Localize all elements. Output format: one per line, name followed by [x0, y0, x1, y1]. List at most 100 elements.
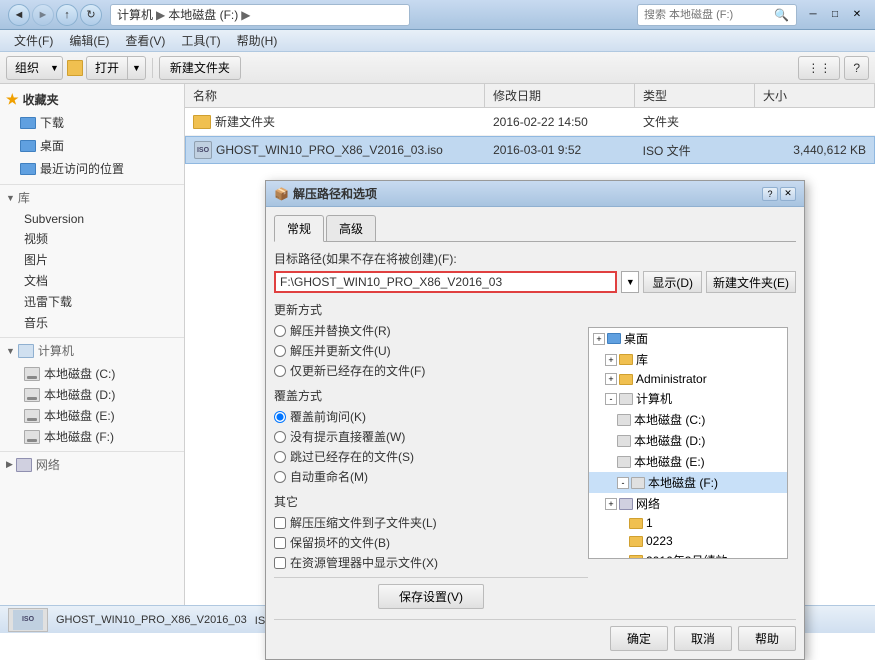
- search-box[interactable]: 🔍: [637, 4, 797, 26]
- dialog-body: 常规 高级 目标路径(如果不存在将被创建)(F): ▼ 显示(D) 新建文件夹(…: [266, 207, 804, 659]
- update-option-2: 仅更新已经存在的文件(F): [274, 362, 588, 379]
- tree-expand-library[interactable]: +: [605, 354, 617, 366]
- back-button[interactable]: ◄: [8, 4, 30, 26]
- open-dropdown[interactable]: ▼: [127, 56, 146, 80]
- sidebar-item-drive-f[interactable]: 本地磁盘 (F:): [0, 426, 184, 447]
- overwrite-radio-1[interactable]: [274, 431, 286, 443]
- tab-advanced[interactable]: 高级: [326, 215, 376, 241]
- computer-expand[interactable]: ▼: [6, 346, 15, 356]
- star-icon: ★: [6, 91, 19, 108]
- tree-expand-admin[interactable]: +: [605, 373, 617, 385]
- tree-item-desktop[interactable]: + 桌面: [589, 328, 787, 349]
- sidebar-item-pictures[interactable]: 图片: [0, 249, 184, 270]
- menu-tools[interactable]: 工具(T): [173, 30, 228, 51]
- forward-button[interactable]: ►: [32, 4, 54, 26]
- sidebar-item-desktop[interactable]: 桌面: [0, 134, 184, 157]
- col-header-name[interactable]: 名称: [185, 84, 485, 107]
- sidebar-music-label: 音乐: [24, 314, 48, 331]
- organize-dropdown[interactable]: ▼: [47, 56, 63, 80]
- breadcrumb[interactable]: 计算机 ▶ 本地磁盘 (F:) ▶: [110, 4, 410, 26]
- tree-item-drive-d[interactable]: 本地磁盘 (D:): [589, 430, 787, 451]
- tree-item-1[interactable]: 1: [589, 514, 787, 532]
- view-options-button[interactable]: ⋮⋮: [798, 56, 840, 80]
- overwrite-radio-0[interactable]: [274, 411, 286, 423]
- path-dropdown[interactable]: ▼: [621, 271, 639, 293]
- tree-label-2016-perf: 2016年3月绩效: [646, 552, 727, 559]
- ok-button[interactable]: 确定: [610, 626, 668, 651]
- new-folder-button[interactable]: 新建文件夹: [159, 56, 241, 80]
- refresh-button[interactable]: ↻: [80, 4, 102, 26]
- network-expand[interactable]: ▶: [6, 459, 13, 470]
- col-header-date[interactable]: 修改日期: [485, 84, 635, 107]
- favorites-header[interactable]: ★ 收藏夹: [0, 88, 184, 111]
- newdir-button[interactable]: 新建文件夹(E): [706, 271, 796, 293]
- table-row[interactable]: 新建文件夹 2016-02-22 14:50 文件夹: [185, 108, 875, 136]
- tree-item-library[interactable]: + 库: [589, 349, 787, 370]
- tree-item-2016-perf[interactable]: 2016年3月绩效: [589, 550, 787, 559]
- sidebar-item-video[interactable]: 视频: [0, 228, 184, 249]
- tree-item-network[interactable]: + 网络: [589, 493, 787, 514]
- tree-drive-e-icon: [617, 456, 631, 468]
- sidebar-item-thunder[interactable]: 迅雷下载: [0, 291, 184, 312]
- sidebar-item-download[interactable]: 下载: [0, 111, 184, 134]
- update-radio-2[interactable]: [274, 365, 286, 377]
- menu-edit[interactable]: 编辑(E): [61, 30, 117, 51]
- dialog-question-button[interactable]: ?: [762, 187, 778, 201]
- menu-view[interactable]: 查看(V): [117, 30, 173, 51]
- tree-item-drive-e[interactable]: 本地磁盘 (E:): [589, 451, 787, 472]
- tree-expand-drive-f[interactable]: -: [617, 477, 629, 489]
- library-label: 库: [18, 189, 30, 206]
- sidebar-item-documents[interactable]: 文档: [0, 270, 184, 291]
- overwrite-radio-2[interactable]: [274, 451, 286, 463]
- sidebar-item-drive-c[interactable]: 本地磁盘 (C:): [0, 363, 184, 384]
- up-button[interactable]: ↑: [56, 4, 78, 26]
- sidebar-item-subversion[interactable]: Subversion: [0, 210, 184, 228]
- menu-file[interactable]: 文件(F): [6, 30, 61, 51]
- other-check-0[interactable]: [274, 517, 286, 529]
- dialog-help-button[interactable]: 帮助: [738, 626, 796, 651]
- computer-section: ▼ 计算机: [0, 337, 184, 363]
- breadcrumb-computer[interactable]: 计算机: [117, 6, 153, 23]
- close-button[interactable]: ✕: [847, 7, 867, 23]
- tree-item-drive-f[interactable]: - 本地磁盘 (F:): [589, 472, 787, 493]
- other-check-2[interactable]: [274, 557, 286, 569]
- tree-item-drive-c[interactable]: 本地磁盘 (C:): [589, 409, 787, 430]
- other-title: 其它: [274, 493, 588, 510]
- open-button[interactable]: 打开: [86, 56, 127, 80]
- tab-general[interactable]: 常规: [274, 215, 324, 242]
- tree-expand-desktop[interactable]: +: [593, 333, 605, 345]
- other-option-2: 在资源管理器中显示文件(X): [274, 554, 588, 571]
- sidebar-item-drive-d[interactable]: 本地磁盘 (D:): [0, 384, 184, 405]
- organize-button[interactable]: 组织: [6, 56, 47, 80]
- menu-help[interactable]: 帮助(H): [229, 30, 286, 51]
- library-expand[interactable]: ▼: [6, 193, 15, 203]
- sidebar-item-music[interactable]: 音乐: [0, 312, 184, 333]
- tree-label-drive-f: 本地磁盘 (F:): [648, 474, 718, 491]
- recent-folder-icon: [20, 163, 36, 175]
- col-header-size[interactable]: 大小: [755, 84, 875, 107]
- tree-item-admin[interactable]: + Administrator: [589, 370, 787, 388]
- tree-item-0223[interactable]: 0223: [589, 532, 787, 550]
- tree-expand-computer[interactable]: -: [605, 393, 617, 405]
- col-header-type[interactable]: 类型: [635, 84, 755, 107]
- maximize-button[interactable]: □: [825, 7, 845, 23]
- search-icon[interactable]: 🔍: [774, 8, 789, 22]
- update-radio-1[interactable]: [274, 345, 286, 357]
- search-input[interactable]: [644, 9, 774, 21]
- dialog-close-button[interactable]: ✕: [780, 187, 796, 201]
- table-row[interactable]: ISO GHOST_WIN10_PRO_X86_V2016_03.iso 201…: [185, 136, 875, 164]
- overwrite-radio-3[interactable]: [274, 471, 286, 483]
- help-button[interactable]: ?: [844, 56, 869, 80]
- path-input[interactable]: [274, 271, 617, 293]
- tree-item-computer[interactable]: - 计算机: [589, 388, 787, 409]
- minimize-button[interactable]: ─: [803, 7, 823, 23]
- save-settings-button[interactable]: 保存设置(V): [378, 584, 484, 609]
- sidebar-item-recent[interactable]: 最近访问的位置: [0, 157, 184, 180]
- show-button[interactable]: 显示(D): [643, 271, 702, 293]
- tree-expand-network[interactable]: +: [605, 498, 617, 510]
- cancel-button[interactable]: 取消: [674, 626, 732, 651]
- update-radio-0[interactable]: [274, 325, 286, 337]
- breadcrumb-drive[interactable]: 本地磁盘 (F:): [168, 6, 238, 23]
- sidebar-item-drive-e[interactable]: 本地磁盘 (E:): [0, 405, 184, 426]
- other-check-1[interactable]: [274, 537, 286, 549]
